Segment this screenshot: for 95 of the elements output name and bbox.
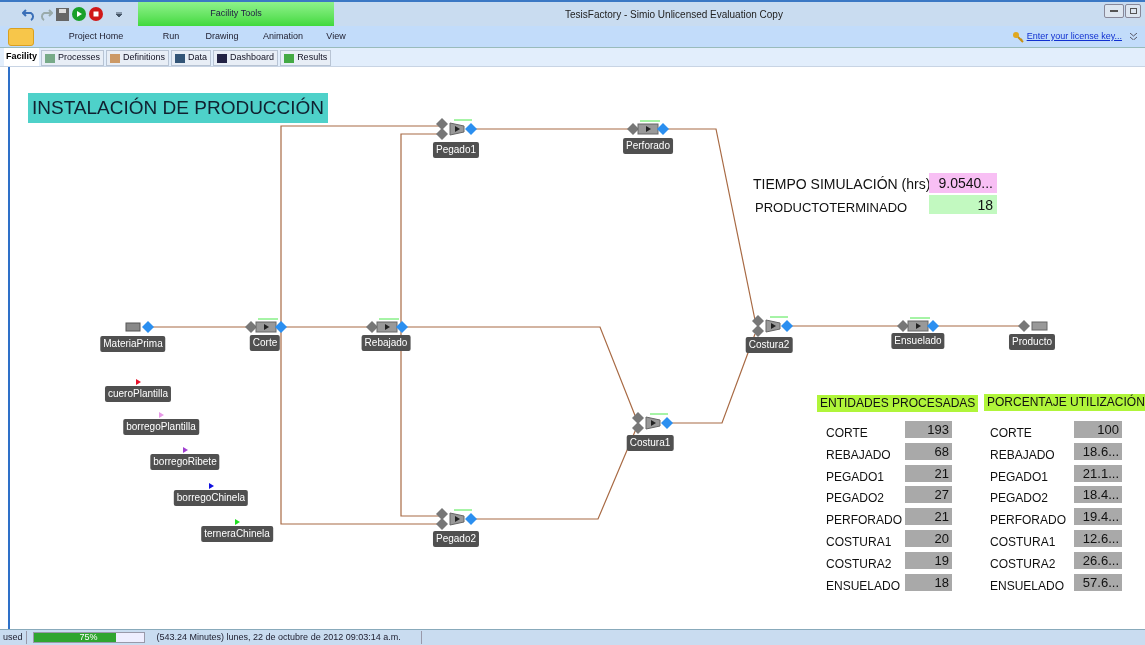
node-label: MateriaPrima [100, 336, 166, 352]
combiner-node-drawing[interactable] [632, 412, 673, 434]
document-tab[interactable]: Data [171, 50, 212, 66]
stat-label: TIEMPO SIMULACIÓN (hrs) [753, 175, 931, 194]
node-label: Costura2 [745, 337, 793, 353]
save-icon[interactable] [56, 7, 69, 21]
tab-icon [217, 53, 228, 63]
contextual-tab-header: Facility Tools [138, 2, 334, 26]
server-node-drawing[interactable] [627, 120, 669, 135]
combiner-node-drawing[interactable] [436, 508, 477, 530]
server-node-drawing[interactable] [897, 317, 939, 332]
ribbon-tab[interactable]: Animation [250, 29, 316, 44]
row-label: COSTURA2 [826, 555, 892, 573]
entity-label: borregoChinela [173, 490, 249, 506]
table-heading: PORCENTAJE UTILIZACIÓN [984, 394, 1145, 411]
value-field: 21.1... [1074, 464, 1122, 482]
row-label: REBAJADO [990, 446, 1055, 464]
entity-label: borregoPlantilla [123, 419, 199, 435]
stat-label: PRODUCTOTERMINADO [755, 199, 908, 217]
row-label: COSTURA1 [826, 534, 892, 551]
tab-icon [110, 53, 121, 63]
entity-label: borregoRibete [150, 454, 220, 470]
row-label: PERFORADO [826, 512, 902, 530]
minimize-button[interactable] [1104, 4, 1124, 18]
finished-products-value: 18 [929, 195, 997, 214]
ribbon-tab[interactable]: Drawing [194, 29, 250, 44]
server-node-drawing[interactable] [366, 318, 408, 333]
server-node-drawing[interactable] [245, 318, 287, 333]
window-title: TesisFactory - Simio Unlicensed Evaluation Copy [564, 7, 784, 22]
ribbon-tab[interactable]: Project Home [44, 29, 148, 44]
stop-icon[interactable] [89, 7, 103, 21]
row-label: PEGADO2 [990, 490, 1049, 508]
row-label: PEGADO2 [826, 490, 885, 508]
row-label: PEGADO1 [990, 468, 1049, 486]
customize-toolbar-icon[interactable] [116, 11, 122, 17]
entity-label: cueroPlantilla [105, 386, 171, 402]
node-label: Perforado [623, 138, 673, 154]
value-field: 18.4... [1074, 486, 1122, 504]
node-label: Pegado1 [433, 142, 479, 158]
document-tab[interactable]: Dashboard [213, 50, 279, 66]
row-label: ENSUELADO [826, 577, 901, 595]
node-label: Ensuelado [891, 333, 945, 349]
value-field: 21 [905, 464, 952, 482]
value-field: 12.6... [1074, 530, 1122, 547]
status-message: (543.24 Minutes) lunes, 22 de octubre de 2012 09:03:14 a.m. [156, 630, 422, 645]
restore-button[interactable] [1125, 4, 1141, 18]
simulation-time-value: 9.0540... [929, 173, 997, 193]
node-label: Rebajado [361, 335, 411, 351]
value-field: 19.4... [1074, 508, 1122, 526]
ribbon-tab[interactable]: Run [148, 29, 194, 44]
document-tab[interactable]: Facility [4, 48, 39, 66]
combiner-node-drawing[interactable] [752, 315, 793, 337]
node-label: Corte [249, 335, 281, 351]
value-field: 18 [905, 573, 952, 591]
collapse-ribbon-icon[interactable] [1130, 33, 1137, 40]
tab-icon [175, 53, 186, 63]
play-icon[interactable] [72, 7, 86, 21]
license-key-link[interactable]: Enter your license key... [1026, 29, 1122, 44]
value-field: 21 [905, 508, 952, 526]
entity-label: terneraChinela [201, 526, 273, 542]
table-heading: ENTIDADES PROCESADAS [817, 395, 979, 412]
tab-icon [284, 53, 295, 63]
row-label: ENSUELADO [990, 577, 1065, 595]
value-field: 19 [905, 551, 952, 569]
value-field: 26.6... [1074, 551, 1122, 569]
source-node-drawing[interactable] [125, 321, 154, 333]
key-icon [1011, 30, 1024, 43]
value-field: 100 [1074, 421, 1122, 438]
node-label: Pegado2 [433, 531, 479, 547]
canvas-title: INSTALACIÓN DE PRODUCCIÓN [28, 93, 329, 123]
node-label: Costura1 [626, 435, 674, 451]
row-label: REBAJADO [826, 446, 891, 464]
undo-icon[interactable] [22, 7, 36, 21]
row-label: COSTURA2 [990, 555, 1056, 573]
document-tab[interactable]: Definitions [106, 50, 170, 66]
value-field: 193 [905, 421, 952, 438]
value-field: 27 [905, 486, 952, 504]
document-tab[interactable]: Processes [41, 50, 105, 66]
row-label: CORTE [826, 425, 868, 442]
sink-node-drawing[interactable] [1018, 320, 1048, 332]
row-label: PERFORADO [990, 512, 1066, 530]
run-state: used [0, 630, 27, 645]
value-field: 20 [905, 530, 952, 547]
row-label: PEGADO1 [826, 468, 885, 486]
node-label: Producto [1009, 334, 1055, 350]
row-label: COSTURA1 [990, 534, 1056, 551]
combiner-node-drawing[interactable] [436, 118, 477, 140]
value-field: 68 [905, 442, 952, 460]
row-label: CORTE [990, 425, 1032, 442]
progress-label: 75% [78, 633, 99, 642]
value-field: 57.6... [1074, 573, 1122, 591]
ribbon-tab[interactable]: View [316, 29, 356, 44]
value-field: 18.6... [1074, 442, 1122, 460]
tab-icon [45, 53, 55, 63]
document-tab[interactable]: Results [280, 50, 332, 66]
